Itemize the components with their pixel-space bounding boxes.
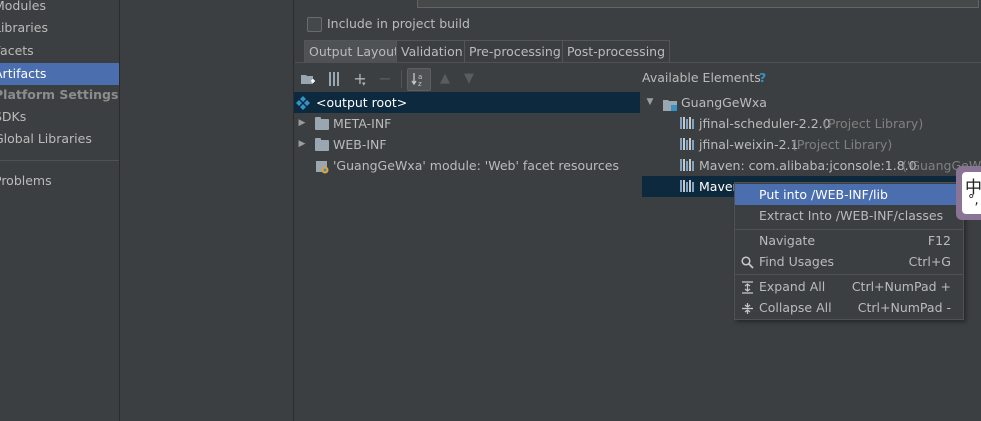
library-icon bbox=[680, 117, 694, 129]
menu-item-shortcut: Ctrl+G bbox=[908, 254, 951, 269]
sidebar-item-label: Artifacts bbox=[0, 66, 47, 81]
library-icon bbox=[680, 138, 694, 150]
collapse-all-icon bbox=[740, 297, 754, 318]
sidebar-item-label: Global Libraries bbox=[0, 131, 92, 146]
library-icon bbox=[680, 180, 694, 192]
menu-item-collapse-all[interactable]: Collapse All Ctrl+NumPad - bbox=[735, 297, 963, 318]
collapse-arrow-icon[interactable]: ▼ bbox=[645, 92, 655, 113]
sidebar-item-label: Facets bbox=[0, 43, 34, 58]
sidebar-item-label: Problems bbox=[0, 173, 52, 188]
include-in-build-label: Include in project build bbox=[327, 16, 470, 31]
available-library-row[interactable]: jfinal-weixin-2.1 (Project Library) bbox=[642, 134, 981, 155]
module-label: GuangGeWxa bbox=[681, 95, 767, 110]
output-directory-field[interactable] bbox=[417, 0, 979, 8]
search-icon bbox=[740, 251, 754, 272]
sidebar-item-facets[interactable]: Facets bbox=[0, 40, 119, 62]
tab-pre-processing[interactable]: Pre-processing bbox=[464, 40, 566, 63]
tree-item-label: WEB-INF bbox=[333, 137, 387, 152]
include-in-build-checkbox[interactable] bbox=[307, 17, 322, 32]
menu-item-extract-into-classes[interactable]: Extract Into /WEB-INF/classes bbox=[735, 205, 963, 226]
tab-label: Pre-processing bbox=[469, 44, 561, 59]
sidebar-item-modules[interactable]: Modules bbox=[0, 0, 119, 17]
move-up-icon: ▲ bbox=[440, 71, 450, 86]
menu-item-label: Find Usages bbox=[759, 254, 835, 269]
ime-punctuation-indicator[interactable]: °, bbox=[968, 193, 979, 208]
tab-validation[interactable]: Validation bbox=[396, 40, 468, 63]
menu-item-label: Extract Into /WEB-INF/classes bbox=[759, 208, 944, 223]
available-library-row[interactable]: Maven: com.alibaba:jconsole:1.8.0 ('Guan… bbox=[642, 155, 981, 176]
tab-label: Post-processing bbox=[567, 44, 666, 59]
tree-item-label: META-INF bbox=[333, 116, 392, 131]
tree-item-facet-resources[interactable]: 'GuangGeWxa' module: 'Web' facet resourc… bbox=[294, 155, 640, 176]
menu-item-label: Put into /WEB-INF/lib bbox=[759, 187, 888, 202]
sidebar-item-problems[interactable]: Problems bbox=[0, 170, 119, 192]
menu-item-expand-all[interactable]: Expand All Ctrl+NumPad + bbox=[735, 276, 963, 297]
tree-item-web-inf[interactable]: ▶ WEB-INF bbox=[294, 134, 640, 155]
sidebar-item-artifacts[interactable]: Artifacts bbox=[0, 63, 119, 85]
library-name: Maven: com.alibaba:jconsole:1.8.0 bbox=[699, 158, 917, 173]
new-folder-icon[interactable] bbox=[300, 71, 316, 87]
folder-icon bbox=[315, 117, 329, 130]
sidebar-header-platform-settings: Platform Settings bbox=[0, 84, 119, 106]
sidebar-divider bbox=[0, 160, 119, 161]
output-root-label: <output root> bbox=[316, 95, 408, 110]
settings-sidebar: Modules Libraries Facets Artifacts Platf… bbox=[0, 0, 120, 421]
expand-arrow-icon[interactable]: ▶ bbox=[297, 113, 307, 134]
menu-item-navigate[interactable]: Navigate F12 bbox=[735, 230, 963, 251]
library-name: jfinal-weixin-2.1 bbox=[699, 137, 799, 152]
svg-text:z: z bbox=[418, 80, 422, 87]
tab-label: Validation bbox=[401, 44, 463, 59]
sidebar-item-label: Modules bbox=[0, 0, 46, 13]
expand-all-icon bbox=[740, 276, 754, 297]
tree-item-label: 'GuangGeWxa' module: 'Web' facet resourc… bbox=[333, 158, 619, 173]
sidebar-header-label: Platform Settings bbox=[0, 87, 119, 102]
remove-icon: − bbox=[378, 69, 392, 88]
splitter-area bbox=[120, 0, 293, 421]
library-name: jfinal-scheduler-2.2.0 bbox=[699, 116, 831, 131]
menu-item-shortcut: F12 bbox=[927, 233, 951, 248]
tab-label: Output Layout bbox=[309, 44, 399, 59]
tab-post-processing[interactable]: Post-processing bbox=[562, 40, 671, 63]
menu-item-label: Collapse All bbox=[759, 300, 832, 315]
expand-arrow-icon[interactable]: ▶ bbox=[297, 134, 307, 155]
sidebar-item-libraries[interactable]: Libraries bbox=[0, 17, 119, 39]
toolbar-separator bbox=[401, 70, 402, 88]
library-icon bbox=[680, 159, 694, 171]
available-module-row[interactable]: ▼ GuangGeWxa bbox=[642, 92, 981, 113]
menu-item-label: Navigate bbox=[759, 233, 816, 248]
library-note: (Project Library) bbox=[823, 116, 924, 131]
menu-item-label: Expand All bbox=[759, 279, 826, 294]
add-icon[interactable]: + ▾ bbox=[352, 71, 368, 89]
help-icon[interactable]: ? bbox=[759, 70, 766, 85]
sidebar-item-sdks[interactable]: SDKs bbox=[0, 106, 119, 128]
tab-output-layout[interactable]: Output Layout bbox=[304, 40, 404, 63]
menu-item-put-into-lib[interactable]: Put into /WEB-INF/lib bbox=[735, 184, 963, 205]
library-note: (Project Library) bbox=[792, 137, 893, 152]
sort-icon[interactable]: az bbox=[410, 71, 426, 88]
menu-item-shortcut: Ctrl+NumPad + bbox=[851, 279, 951, 294]
web-facet-icon bbox=[315, 159, 329, 180]
move-down-icon: ▼ bbox=[464, 71, 474, 86]
sidebar-item-label: SDKs bbox=[0, 109, 27, 124]
context-menu: Put into /WEB-INF/lib Extract Into /WEB-… bbox=[734, 182, 964, 320]
archive-icon[interactable] bbox=[326, 71, 342, 87]
menu-item-find-usages[interactable]: Find Usages Ctrl+G bbox=[735, 251, 963, 272]
sidebar-item-global-libraries[interactable]: Global Libraries bbox=[0, 128, 119, 150]
sidebar-item-label: Libraries bbox=[0, 20, 48, 35]
available-elements-label: Available Elements bbox=[642, 70, 761, 85]
menu-item-shortcut: Ctrl+NumPad - bbox=[857, 300, 951, 315]
menu-separator bbox=[735, 274, 963, 275]
folder-icon bbox=[315, 138, 329, 151]
available-library-row[interactable]: jfinal-scheduler-2.2.0 (Project Library) bbox=[642, 113, 981, 134]
tree-item-meta-inf[interactable]: ▶ META-INF bbox=[294, 113, 640, 134]
tree-item-output-root[interactable]: <output root> bbox=[294, 92, 640, 113]
